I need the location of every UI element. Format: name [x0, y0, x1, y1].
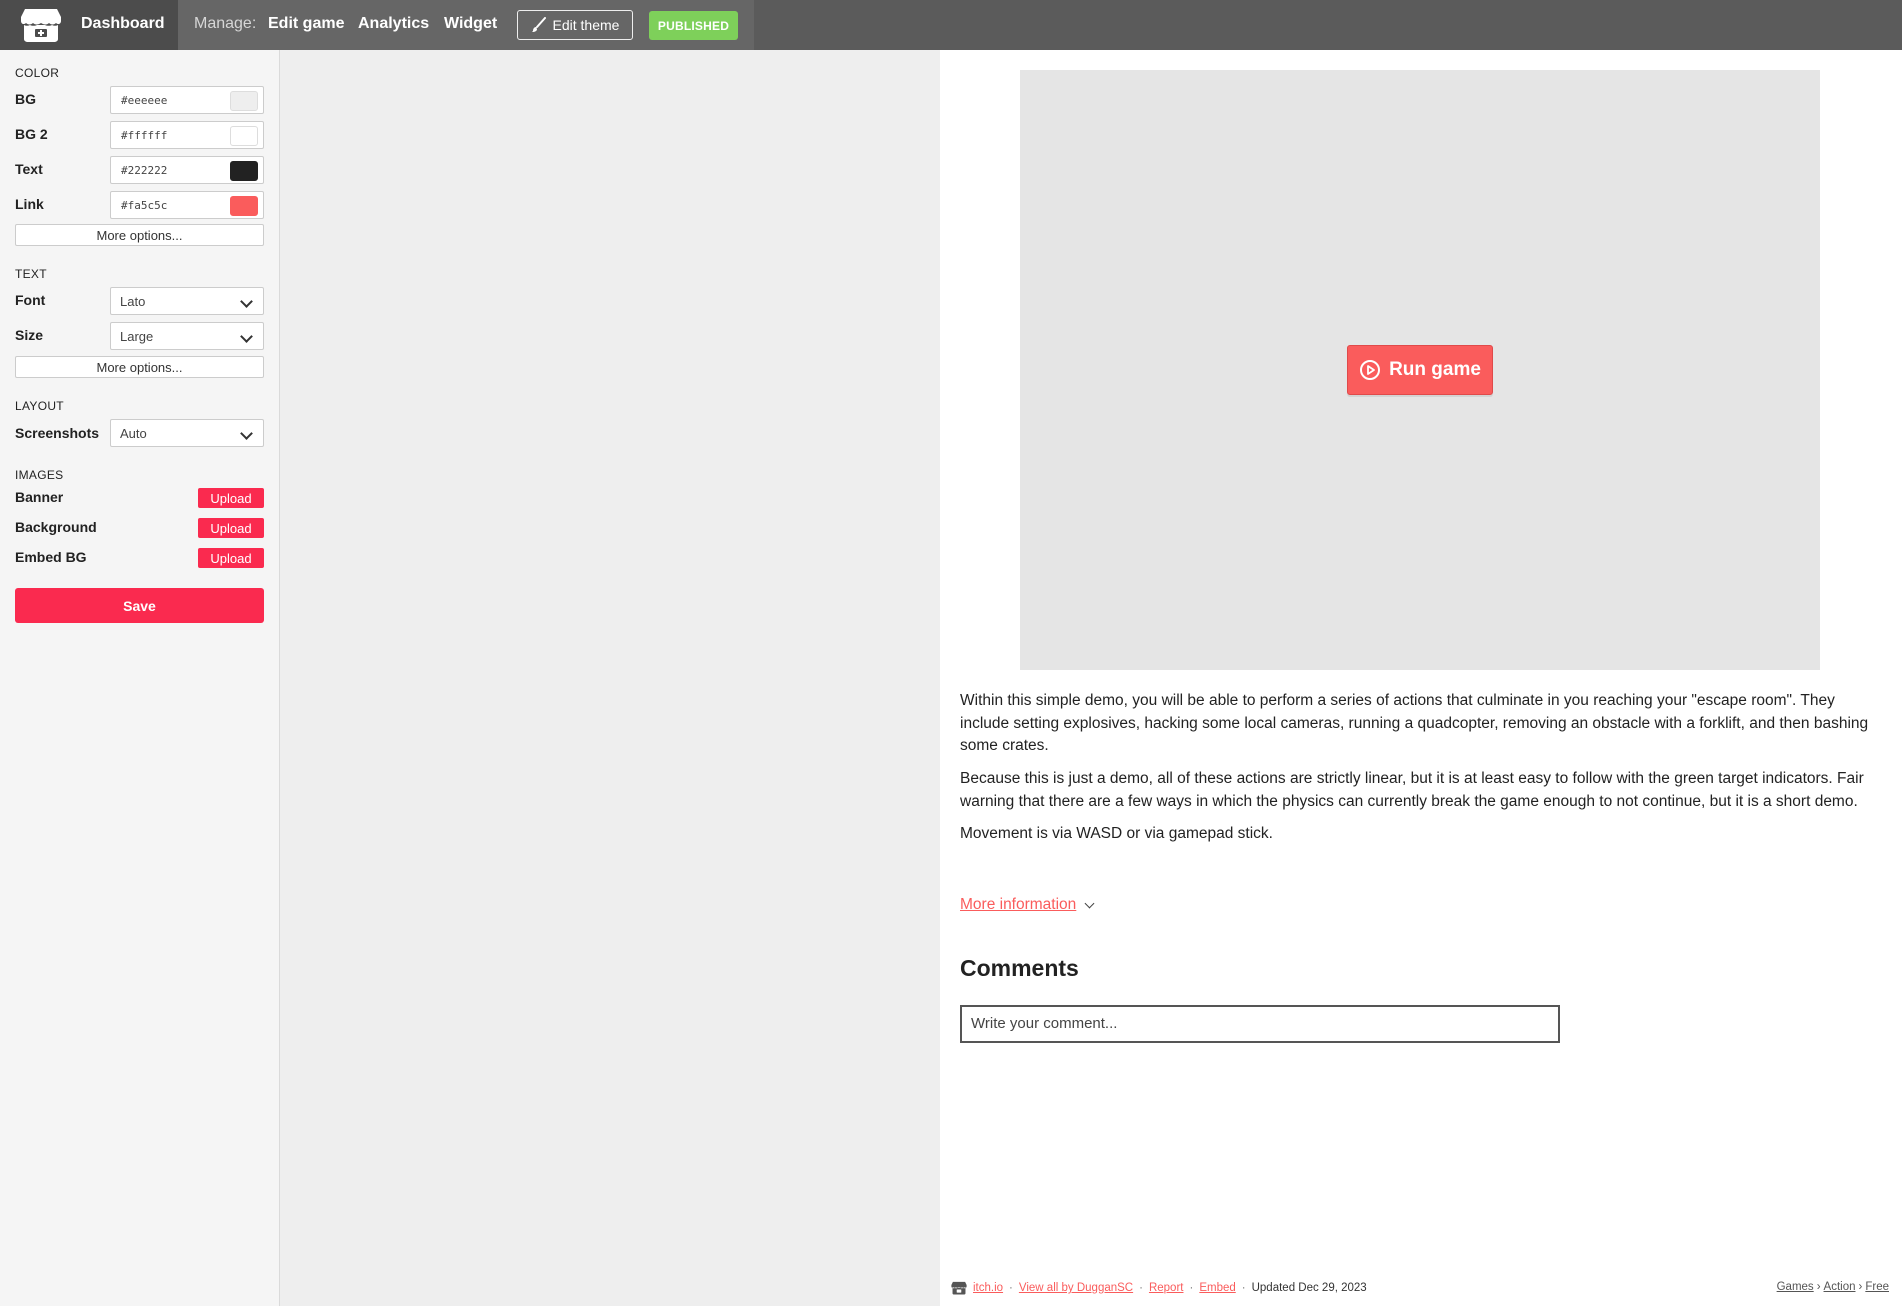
background-label: Background [15, 519, 97, 535]
manage-label: Manage: [194, 15, 257, 32]
separator: · [1139, 1282, 1143, 1294]
save-button[interactable]: Save [15, 588, 264, 623]
view-all-footer-link[interactable]: View all by DugganSC [1019, 1282, 1133, 1294]
chevron-down-icon [240, 330, 253, 343]
bg2-color-input[interactable]: #ffffff [110, 121, 264, 149]
banner-label: Banner [15, 489, 64, 505]
layout-section-title: LAYOUT [15, 399, 64, 413]
embed-bg-upload-button[interactable]: Upload [198, 548, 264, 568]
background-upload-button[interactable]: Upload [198, 518, 264, 538]
play-circle-icon [1360, 360, 1381, 380]
bg-color-value: #eeeeee [121, 94, 168, 107]
manage-nav: Manage: Edit game Analytics Widget Edit … [178, 0, 754, 50]
more-information-label: More information [960, 896, 1077, 913]
text-color-label: Text [15, 161, 43, 177]
more-information-toggle[interactable]: More information [960, 896, 1095, 914]
description-paragraph: Because this is just a demo, all of thes… [960, 770, 1864, 810]
link-color-value: #fa5c5c [121, 199, 168, 212]
font-select[interactable]: Lato [110, 287, 264, 315]
screenshots-label: Screenshots [15, 425, 100, 441]
theme-editor-sidebar: COLOR BG #eeeeee BG 2 #ffffff Text #2222… [0, 50, 280, 1306]
description-paragraph: Within this simple demo, you will be abl… [960, 692, 1869, 754]
link-color-swatch[interactable] [230, 196, 258, 216]
comments-heading: Comments [960, 955, 1079, 981]
font-label: Font [15, 292, 46, 308]
published-status-button[interactable]: PUBLISHED [649, 11, 738, 40]
chevron-down-icon [240, 427, 253, 440]
bg-color-input[interactable]: #eeeeee [110, 86, 264, 114]
comment-input[interactable]: Write your comment... [960, 1005, 1560, 1043]
run-game-label: Run game [1389, 359, 1481, 380]
separator: · [1241, 1282, 1246, 1294]
edit-theme-button[interactable]: Edit theme [517, 10, 633, 40]
report-footer-link[interactable]: Report [1149, 1282, 1184, 1294]
edit-theme-label: Edit theme [552, 17, 620, 33]
game-embed-frame: Run game [1020, 70, 1820, 670]
breadcrumb-games[interactable]: Games [1777, 1281, 1814, 1293]
bg2-color-swatch[interactable] [230, 126, 258, 146]
color-section-title: COLOR [15, 66, 60, 80]
images-section-title: IMAGES [15, 468, 64, 482]
dashboard-area: Dashboard [0, 0, 178, 50]
link-color-input[interactable]: #fa5c5c [110, 191, 264, 219]
link-color-label: Link [15, 196, 44, 212]
screenshots-select-value: Auto [120, 426, 147, 441]
page-footer: itch.io · View all by DugganSC · Report … [951, 1281, 1367, 1295]
screenshots-select[interactable]: Auto [110, 419, 264, 447]
embed-footer-link[interactable]: Embed [1199, 1282, 1235, 1294]
bg2-color-value: #ffffff [121, 129, 168, 142]
size-select-value: Large [120, 329, 154, 344]
text-color-value: #222222 [121, 164, 168, 177]
itch-logo-icon[interactable] [20, 7, 62, 43]
itchio-footer-link[interactable]: itch.io [973, 1282, 1003, 1294]
breadcrumb-separator: › [1816, 1281, 1821, 1293]
breadcrumb-action[interactable]: Action [1824, 1281, 1856, 1293]
color-more-options-button[interactable]: More options... [15, 224, 264, 246]
comment-placeholder: Write your comment... [971, 1015, 1118, 1032]
paintbrush-icon [531, 17, 546, 32]
game-page-content: Run game Within this simple demo, you wi… [940, 50, 1902, 1306]
banner-upload-button[interactable]: Upload [198, 488, 264, 508]
itch-logo-icon[interactable] [951, 1281, 967, 1295]
breadcrumb: Games › Action › Free [1777, 1281, 1889, 1293]
analytics-link[interactable]: Analytics [358, 15, 429, 33]
separator: · [1009, 1282, 1013, 1294]
dashboard-link[interactable]: Dashboard [81, 15, 165, 33]
text-color-input[interactable]: #222222 [110, 156, 264, 184]
updated-date: Updated Dec 29, 2023 [1251, 1282, 1367, 1294]
edit-game-link[interactable]: Edit game [268, 15, 344, 33]
bg-color-label: BG [15, 91, 36, 107]
text-more-options-button[interactable]: More options... [15, 356, 264, 378]
size-label: Size [15, 327, 44, 343]
breadcrumb-free[interactable]: Free [1865, 1281, 1889, 1293]
bg-color-swatch[interactable] [230, 91, 258, 111]
widget-link[interactable]: Widget [444, 15, 497, 33]
top-navigation-bar: Dashboard Manage: Edit game Analytics Wi… [0, 0, 1902, 50]
separator: · [1189, 1282, 1194, 1294]
description-paragraph: Movement is via WASD or via gamepad stic… [960, 825, 1273, 842]
font-select-value: Lato [120, 294, 146, 309]
run-game-button[interactable]: Run game [1347, 345, 1493, 395]
bg2-color-label: BG 2 [15, 126, 48, 142]
chevron-down-icon [240, 295, 253, 308]
text-color-swatch[interactable] [230, 161, 258, 181]
text-section-title: TEXT [15, 267, 47, 281]
embed-bg-label: Embed BG [15, 549, 87, 565]
chevron-down-icon [1084, 898, 1095, 909]
size-select[interactable]: Large [110, 322, 264, 350]
breadcrumb-separator: › [1858, 1281, 1863, 1293]
